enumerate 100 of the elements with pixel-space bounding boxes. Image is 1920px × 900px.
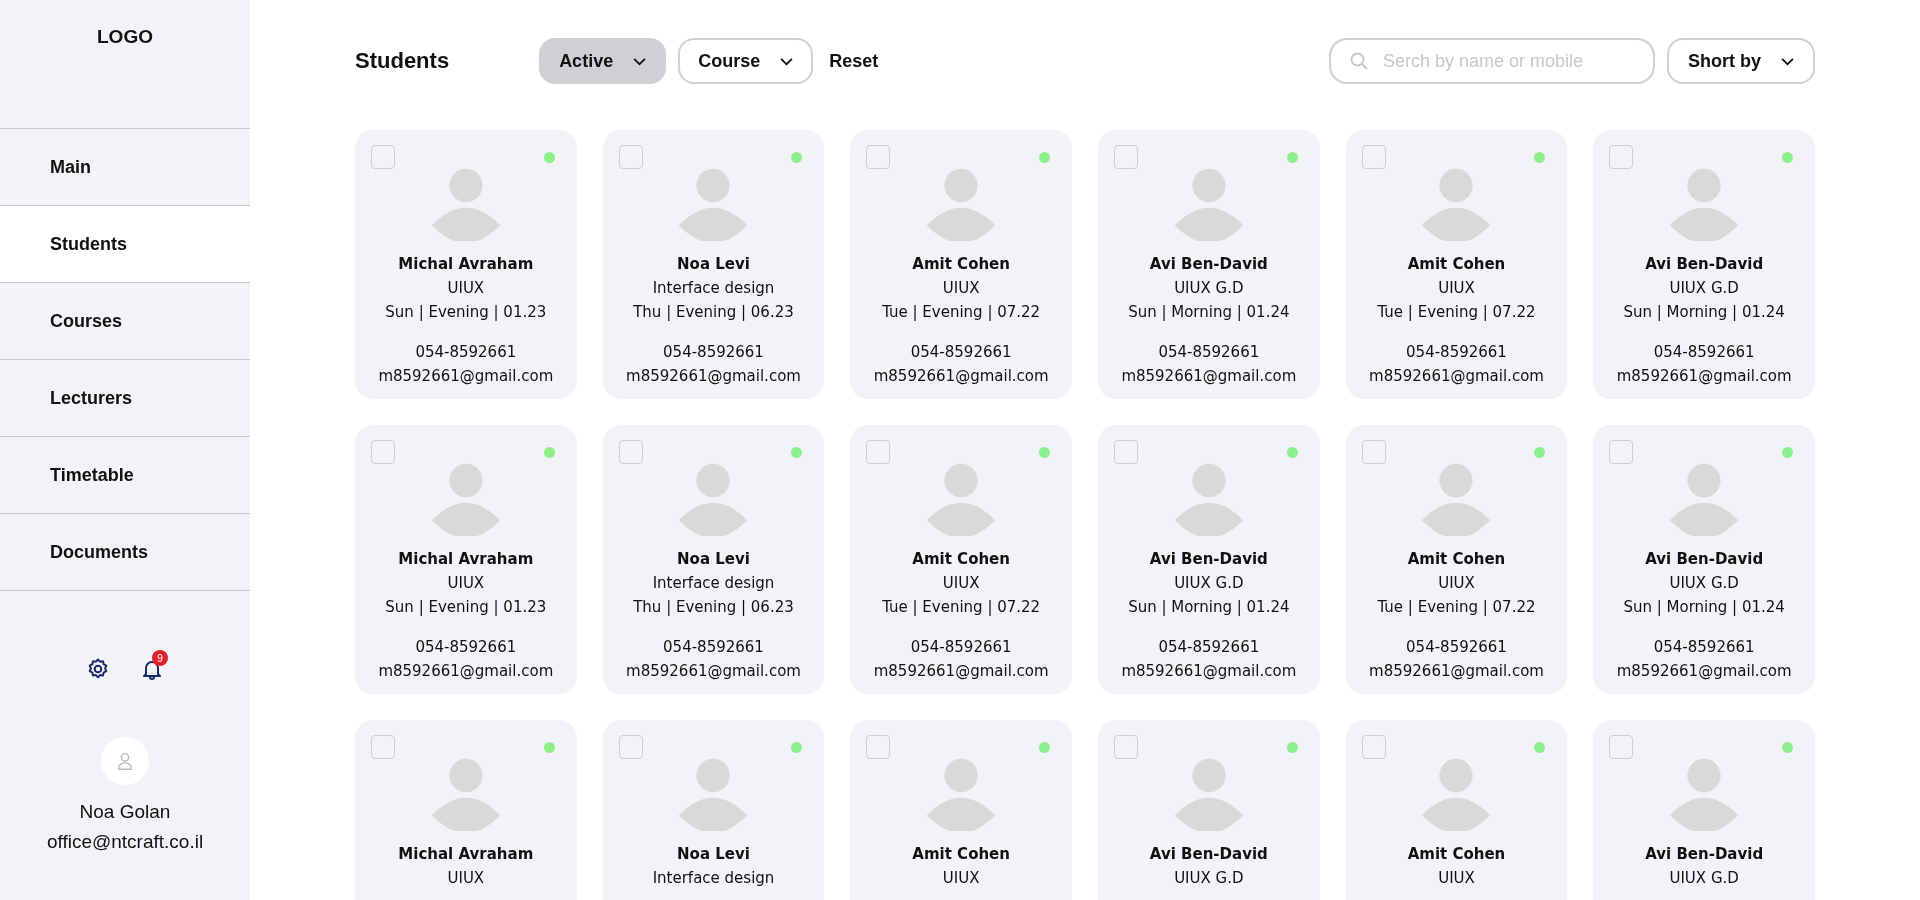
caret-icon — [633, 56, 647, 66]
reset-button[interactable]: Reset — [825, 50, 883, 72]
student-name: Avi Ben-David — [1645, 254, 1764, 275]
student-card[interactable]: Amit Cohen UIUX Tue | Evening | 07.22 054-8592661 m8592661@gmail.com — [850, 425, 1072, 694]
checkbox[interactable] — [371, 735, 395, 759]
checkbox[interactable] — [866, 440, 891, 464]
course-name: UIUX — [447, 278, 485, 299]
course-name: UIUX — [1438, 573, 1475, 594]
phone-number: 054-8592661 — [1158, 637, 1260, 658]
student-card[interactable]: Avi Ben-David UIUX G.D Sun | Morning | 01.24 054-8592661 m8592661@gmail.com — [1098, 425, 1320, 694]
filter-dropdown[interactable]: Course — [678, 38, 814, 84]
phone-number: 054-8592661 — [910, 342, 1012, 363]
settings-icon[interactable] — [86, 657, 110, 681]
phone-number: 054-8592661 — [415, 342, 517, 363]
schedule-text: Sun | Morning | 01.24 — [1128, 597, 1290, 618]
caret-icon — [780, 56, 794, 66]
user-email: office@ntcraft.co.il — [46, 830, 204, 854]
student-name: Amit Cohen — [1407, 844, 1506, 865]
student-name: Michal Avraham — [398, 844, 534, 865]
student-card[interactable]: Michal Avraham UIUX Sun | Evening | 01.23 054-8592661 m8592661@gmail.com — [355, 130, 577, 399]
schedule-text: Sun | Morning | 01.24 — [1128, 302, 1290, 323]
checkbox[interactable] — [1609, 145, 1634, 169]
schedule-text: Sun | Evening | 01.23 — [385, 302, 547, 323]
course-name: UIUX — [942, 868, 980, 889]
email-address: m8592661@gmail.com — [626, 661, 801, 682]
checkbox[interactable] — [1361, 735, 1386, 759]
course-name: UIUX G.D — [1669, 573, 1739, 594]
email-address: m8592661@gmail.com — [1369, 366, 1544, 387]
student-name: Amit Cohen — [1407, 254, 1506, 275]
student-card[interactable]: Noa Levi Interface design Thu | Evening | 06.23 054-8592661 m8592661@gmail.com — [602, 130, 825, 399]
student-card[interactable]: Avi Ben-David UIUX G.D Sun | Morning | 01.24 054-8592661 m8592661@gmail.com — [1593, 425, 1815, 694]
student-card[interactable]: Amit Cohen UIUX Tue | Evening | 07.22 054-8592661 m8592661@gmail.com — [850, 130, 1072, 399]
nav-item[interactable]: Courses — [0, 283, 250, 360]
email-address: m8592661@gmail.com — [626, 366, 801, 387]
email-address: m8592661@gmail.com — [1616, 366, 1792, 387]
student-card[interactable]: Michal Avraham UIUX Sun | Evening | 01.23 054-8592661 m8592661@gmail.com — [355, 425, 577, 694]
checkbox[interactable] — [1361, 440, 1386, 464]
student-card[interactable]: Michal Avraham UIUX — [355, 720, 577, 900]
checkbox[interactable] — [866, 145, 891, 169]
course-name: UIUX — [447, 573, 485, 594]
email-address: m8592661@gmail.com — [873, 366, 1049, 387]
checkbox[interactable] — [371, 440, 395, 464]
course-name: UIUX G.D — [1174, 278, 1244, 299]
schedule-text: Sun | Evening | 01.23 — [385, 597, 547, 618]
course-name: Interface design — [652, 278, 775, 299]
checkbox[interactable] — [1114, 440, 1138, 464]
phone-number: 054-8592661 — [1406, 342, 1507, 363]
nav-item[interactable]: Documents — [0, 514, 250, 591]
student-card[interactable]: Amit Cohen UIUX — [1345, 720, 1568, 900]
student-name: Noa Levi — [677, 549, 750, 570]
phone-number: 054-8592661 — [1653, 342, 1755, 363]
student-name: Avi Ben-David — [1149, 549, 1268, 570]
phone-number: 054-8592661 — [1406, 637, 1507, 658]
phone-number: 054-8592661 — [663, 637, 764, 658]
checkbox[interactable] — [1609, 440, 1634, 464]
schedule-text: Sun | Morning | 01.24 — [1623, 597, 1785, 618]
search-icon — [1349, 51, 1369, 71]
student-name: Amit Cohen — [1407, 549, 1506, 570]
schedule-text: Tue | Evening | 07.22 — [882, 597, 1041, 618]
schedule-text: Tue | Evening | 07.22 — [882, 302, 1041, 323]
student-name: Avi Ben-David — [1645, 549, 1764, 570]
email-address: m8592661@gmail.com — [1369, 661, 1544, 682]
checkbox[interactable] — [1114, 735, 1138, 759]
student-name: Noa Levi — [677, 254, 750, 275]
student-card[interactable]: Noa Levi Interface design Thu | Evening | 06.23 054-8592661 m8592661@gmail.com — [602, 425, 825, 694]
schedule-text: Thu | Evening | 06.23 — [633, 302, 794, 323]
student-card[interactable]: Noa Levi Interface design — [602, 720, 825, 900]
nav-item[interactable]: Lecturers — [0, 360, 250, 437]
schedule-text: Tue | Evening | 07.22 — [1377, 597, 1536, 618]
student-card[interactable]: Avi Ben-David UIUX G.D — [1098, 720, 1320, 900]
course-name: Interface design — [652, 868, 775, 889]
checkbox[interactable] — [371, 145, 395, 169]
user-name: Noa Golan — [79, 800, 171, 824]
student-card[interactable]: Avi Ben-David UIUX G.D — [1593, 720, 1815, 900]
student-name: Amit Cohen — [912, 844, 1010, 865]
nav-item[interactable]: Timetable — [0, 437, 250, 514]
student-name: Amit Cohen — [912, 549, 1010, 570]
email-address: m8592661@gmail.com — [378, 661, 554, 682]
student-name: Amit Cohen — [912, 254, 1010, 275]
checkbox[interactable] — [618, 145, 643, 169]
student-card[interactable]: Avi Ben-David UIUX G.D Sun | Morning | 01.24 054-8592661 m8592661@gmail.com — [1098, 130, 1320, 399]
checkbox[interactable] — [866, 735, 891, 759]
email-address: m8592661@gmail.com — [1121, 366, 1297, 387]
phone-number: 054-8592661 — [1653, 637, 1755, 658]
student-card[interactable]: Amit Cohen UIUX — [850, 720, 1072, 900]
student-card[interactable]: Amit Cohen UIUX Tue | Evening | 07.22 054-8592661 m8592661@gmail.com — [1345, 425, 1568, 694]
student-card[interactable]: Amit Cohen UIUX Tue | Evening | 07.22 054-8592661 m8592661@gmail.com — [1345, 130, 1568, 399]
phone-number: 054-8592661 — [663, 342, 764, 363]
nav-item[interactable]: Students — [0, 206, 250, 283]
checkbox[interactable] — [618, 440, 643, 464]
student-name: Michal Avraham — [398, 549, 534, 570]
checkbox[interactable] — [1361, 145, 1386, 169]
checkbox[interactable] — [618, 735, 643, 759]
sort-dropdown[interactable]: Short by — [1667, 38, 1815, 84]
checkbox[interactable] — [1114, 145, 1138, 169]
student-card[interactable]: Avi Ben-David UIUX G.D Sun | Morning | 01.24 054-8592661 m8592661@gmail.com — [1593, 130, 1815, 399]
schedule-text: Thu | Evening | 06.23 — [633, 597, 794, 618]
filter-dropdown[interactable]: Active — [539, 38, 667, 84]
checkbox[interactable] — [1609, 735, 1634, 759]
student-name: Michal Avraham — [398, 254, 534, 275]
